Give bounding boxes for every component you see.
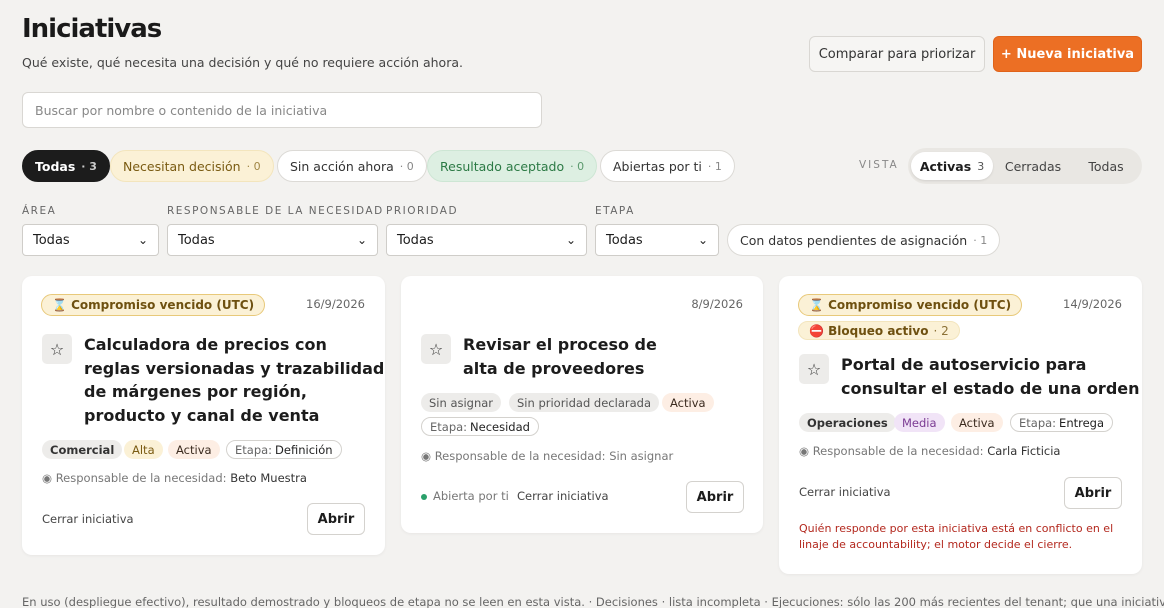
open-button[interactable]: Abrir bbox=[1064, 477, 1122, 509]
view-label: VISTA bbox=[859, 159, 899, 171]
filter-label: Necesitan decisión bbox=[123, 158, 241, 174]
priority-tag: Alta bbox=[124, 440, 163, 459]
card-title: Portal de autoservicio para consultar el… bbox=[841, 355, 1140, 398]
filter-count: · 0 bbox=[246, 159, 261, 173]
stage-select[interactable]: Todas ⌄ bbox=[595, 224, 719, 256]
view-all[interactable]: Todas bbox=[1073, 152, 1139, 180]
filter-all[interactable]: Todas · 3 bbox=[22, 150, 110, 182]
chevron-down-icon: ⌄ bbox=[356, 233, 367, 247]
block-badge: ⛔ Bloqueo activo · 2 bbox=[798, 321, 960, 340]
card-date: 8/9/2026 bbox=[691, 297, 743, 311]
priority-tag: Media bbox=[894, 413, 945, 432]
footer-note: En uso (despliegue efectivo), resultado … bbox=[22, 595, 1164, 608]
filter-no-action[interactable]: Sin acción ahora · 0 bbox=[277, 150, 427, 182]
status-tag: Activa bbox=[168, 440, 220, 459]
area-select[interactable]: Todas ⌄ bbox=[22, 224, 159, 256]
filter-count: · 1 bbox=[973, 233, 988, 247]
opened-by-you: Abierta por ti bbox=[421, 489, 509, 503]
stage-label: ETAPA bbox=[595, 205, 635, 217]
select-value: Todas bbox=[178, 232, 215, 248]
area-label: ÁREA bbox=[22, 205, 57, 217]
chevron-down-icon: ⌄ bbox=[565, 233, 576, 247]
open-button[interactable]: Abrir bbox=[307, 503, 365, 535]
chevron-down-icon: ⌄ bbox=[137, 233, 148, 247]
filter-label: Abiertas por ti bbox=[613, 158, 702, 174]
area-tag: Comercial bbox=[42, 440, 123, 459]
view-active[interactable]: Activas 3 bbox=[911, 152, 993, 180]
owner-select[interactable]: Todas ⌄ bbox=[167, 224, 378, 256]
area-tag: Sin asignar bbox=[421, 393, 502, 412]
card-date: 14/9/2026 bbox=[1063, 297, 1122, 311]
need-owner: ◉ Responsable de la necesidad: Carla Fic… bbox=[799, 444, 1061, 458]
filter-label: Todas bbox=[35, 158, 76, 174]
select-value: Todas bbox=[606, 232, 643, 248]
status-tag: Activa bbox=[951, 413, 1003, 432]
filter-need-decision[interactable]: Necesitan decisión · 0 bbox=[110, 150, 274, 182]
filter-count: · 0 bbox=[570, 159, 585, 173]
priority-select[interactable]: Todas ⌄ bbox=[386, 224, 587, 256]
view-toggle: Activas 3 Cerradas Todas bbox=[908, 148, 1142, 184]
overdue-badge: ⌛ Compromiso vencido (UTC) bbox=[798, 294, 1023, 316]
initiative-card: ⌛ Compromiso vencido (UTC) ⛔ Bloqueo act… bbox=[779, 276, 1142, 574]
stage-tag: Etapa: Definición bbox=[226, 440, 342, 459]
initiative-card: 8/9/2026 ☆ Revisar el proceso de alta de… bbox=[401, 276, 763, 533]
star-icon[interactable]: ☆ bbox=[42, 334, 72, 364]
area-tag: Operaciones bbox=[799, 413, 896, 432]
filter-count: · 1 bbox=[707, 159, 722, 173]
stage-tag: Etapa: Entrega bbox=[1010, 413, 1114, 432]
page-subtitle: Qué existe, qué necesita una decisión y … bbox=[22, 55, 463, 70]
card-title: Calculadora de precios con reglas versio… bbox=[84, 335, 385, 425]
status-dot bbox=[421, 493, 427, 500]
card-title: Revisar el proceso de alta de proveedore… bbox=[463, 335, 657, 378]
select-value: Todas bbox=[33, 232, 70, 248]
owner-label: RESPONSABLE DE LA NECESIDAD bbox=[167, 205, 384, 217]
search-input[interactable] bbox=[22, 92, 542, 128]
view-closed[interactable]: Cerradas bbox=[993, 152, 1073, 180]
overdue-badge: ⌛ Compromiso vencido (UTC) bbox=[41, 294, 266, 316]
page-title: Iniciativas bbox=[22, 14, 162, 44]
need-owner: ◉ Responsable de la necesidad: Sin asign… bbox=[421, 449, 674, 463]
view-option-label: Activas bbox=[919, 158, 972, 174]
accountability-warning: Quién responde por esta iniciativa está … bbox=[799, 522, 1114, 551]
view-option-count: 3 bbox=[977, 159, 985, 173]
close-initiative-link[interactable]: Cerrar iniciativa bbox=[517, 489, 609, 503]
select-value: Todas bbox=[397, 232, 434, 248]
filter-count: · 0 bbox=[399, 159, 414, 173]
filter-label: Con datos pendientes de asignación bbox=[740, 232, 968, 248]
filter-label: Resultado aceptado bbox=[440, 158, 565, 174]
status-tag: Activa bbox=[662, 393, 714, 412]
stage-tag: Etapa: Necesidad bbox=[421, 417, 539, 436]
card-date: 16/9/2026 bbox=[306, 297, 365, 311]
filter-count: · 3 bbox=[81, 159, 97, 173]
initiative-card: ⌛ Compromiso vencido (UTC) 16/9/2026 ☆ C… bbox=[22, 276, 385, 555]
star-icon[interactable]: ☆ bbox=[421, 334, 451, 364]
close-initiative-link[interactable]: Cerrar iniciativa bbox=[42, 512, 134, 526]
filter-result-accepted[interactable]: Resultado aceptado · 0 bbox=[427, 150, 598, 182]
priority-label: PRIORIDAD bbox=[386, 205, 459, 217]
open-button[interactable]: Abrir bbox=[686, 481, 744, 513]
pending-data-filter[interactable]: Con datos pendientes de asignación · 1 bbox=[727, 224, 1001, 256]
star-icon[interactable]: ☆ bbox=[799, 354, 829, 384]
close-initiative-link[interactable]: Cerrar iniciativa bbox=[799, 485, 891, 499]
new-initiative-button[interactable]: + Nueva iniciativa bbox=[993, 36, 1142, 72]
compare-button[interactable]: Comparar para priorizar bbox=[809, 36, 985, 72]
need-owner: ◉ Responsable de la necesidad: Beto Mues… bbox=[42, 471, 307, 485]
chevron-down-icon: ⌄ bbox=[697, 233, 708, 247]
priority-tag: Sin prioridad declarada bbox=[509, 393, 659, 412]
filter-opened-by-you[interactable]: Abiertas por ti · 1 bbox=[600, 150, 735, 182]
filter-label: Sin acción ahora bbox=[290, 158, 394, 174]
